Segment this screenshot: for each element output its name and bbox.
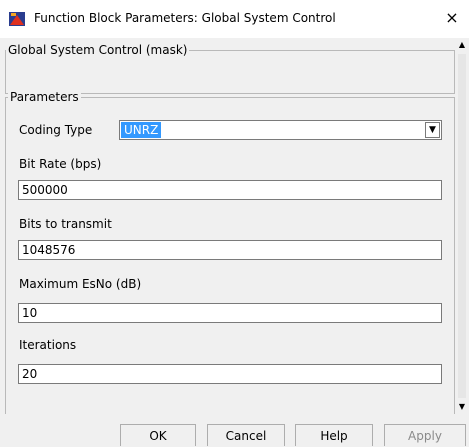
bit-rate-label: Bit Rate (bps) <box>19 157 102 171</box>
vertical-scrollbar[interactable]: ▲ ▼ <box>455 38 469 414</box>
button-bar: OK Cancel Help Apply <box>0 414 469 446</box>
coding-type-selected-value: UNRZ <box>121 122 162 138</box>
title-bar: Function Block Parameters: Global System… <box>0 0 469 38</box>
scroll-down-arrow-icon[interactable]: ▼ <box>455 400 469 414</box>
mask-group-legend: Global System Control (mask) <box>6 43 190 57</box>
scroll-up-arrow-icon[interactable]: ▲ <box>455 38 469 52</box>
bit-rate-field[interactable]: 500000 <box>18 180 442 200</box>
window-title: Function Block Parameters: Global System… <box>34 11 336 25</box>
close-button[interactable]: × <box>441 7 463 29</box>
dialog-content: Global System Control (mask) Parameters … <box>0 38 455 414</box>
apply-button[interactable]: Apply <box>384 424 466 446</box>
bits-to-transmit-label: Bits to transmit <box>19 217 112 231</box>
parameters-group-legend: Parameters <box>8 90 81 104</box>
coding-type-label: Coding Type <box>19 123 93 137</box>
help-button[interactable]: Help <box>295 424 373 446</box>
max-esno-label: Maximum EsNo (dB) <box>19 277 142 291</box>
max-esno-field[interactable]: 10 <box>18 303 442 323</box>
iterations-label: Iterations <box>19 338 77 352</box>
iterations-field[interactable]: 20 <box>18 364 442 384</box>
coding-type-select[interactable]: UNRZ ▼ <box>119 120 442 140</box>
ok-button[interactable]: OK <box>120 424 196 446</box>
chevron-down-icon[interactable]: ▼ <box>425 122 440 138</box>
simulink-icon <box>9 12 25 26</box>
bits-to-transmit-field[interactable]: 1048576 <box>18 240 442 260</box>
scroll-track[interactable] <box>458 54 466 398</box>
cancel-button[interactable]: Cancel <box>207 424 285 446</box>
